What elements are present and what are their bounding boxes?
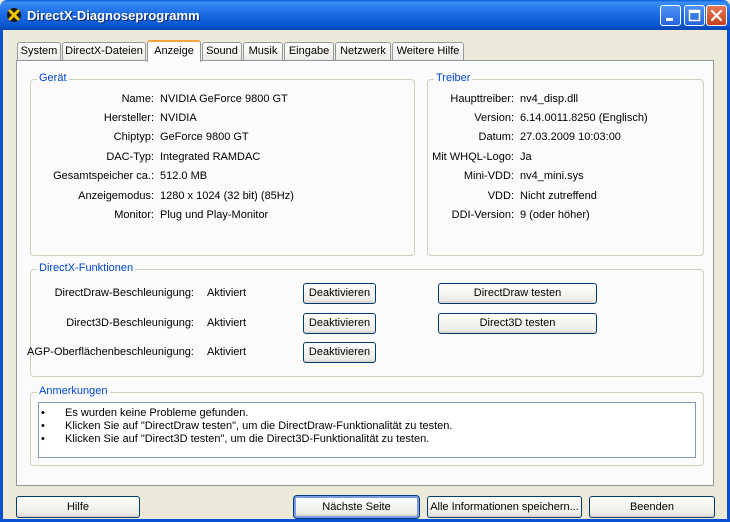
save-all-info-button[interactable]: Alle Informationen speichern... — [427, 496, 582, 518]
device-monitor-value: Plug und Play-Monitor — [160, 209, 269, 221]
notes-textbox[interactable]: • Es wurden keine Probleme gefunden. • K… — [38, 402, 696, 458]
minimize-button[interactable] — [660, 5, 681, 26]
tab-sound[interactable]: Sound — [202, 42, 242, 60]
directdraw-test-button[interactable]: DirectDraw testen — [438, 283, 597, 304]
driver-vdd-label: VDD: — [487, 190, 514, 202]
next-page-button[interactable]: Nächste Seite — [293, 495, 420, 519]
direct3d-accel-status: Aktiviert — [207, 317, 247, 329]
device-dac-value: Integrated RAMDAC — [160, 151, 261, 163]
device-name-value: NVIDIA GeForce 9800 GT — [160, 93, 288, 105]
close-icon — [710, 9, 723, 22]
driver-version-label: Version: — [474, 112, 514, 124]
device-name-label: Name: — [121, 93, 154, 105]
directx-features-title: DirectX-Funktionen — [37, 262, 136, 274]
driver-ddi-value: 9 (oder höher) — [520, 209, 590, 221]
note-text: Es wurden keine Probleme gefunden. — [65, 407, 249, 419]
device-display-mode-label: Anzeigemodus: — [78, 190, 154, 202]
directdraw-accel-label: DirectDraw-Beschleunigung: — [54, 287, 194, 299]
driver-whql-label: Mit WHQL-Logo: — [432, 151, 514, 163]
tab-display[interactable]: Anzeige — [147, 40, 201, 62]
note-text: Klicken Sie auf "Direct3D testen", um di… — [65, 433, 430, 445]
window-frame-left — [0, 30, 3, 522]
maximize-icon — [688, 9, 701, 22]
driver-main-label: Haupttreiber: — [450, 93, 514, 105]
close-button[interactable] — [706, 5, 727, 26]
driver-vdd-value: Nicht zutreffend — [520, 190, 597, 202]
exit-button[interactable]: Beenden — [589, 496, 715, 518]
direct3d-accel-label: Direct3D-Beschleunigung: — [66, 317, 194, 329]
device-manufacturer-label: Hersteller: — [103, 112, 154, 124]
driver-mini-vdd-value: nv4_mini.sys — [520, 170, 584, 182]
window-title: DirectX-Diagnoseprogramm — [27, 8, 200, 23]
tab-more-help[interactable]: Weitere Hilfe — [392, 42, 464, 60]
minimize-icon — [666, 18, 673, 21]
device-dac-label: DAC-Typ: — [106, 151, 154, 163]
driver-main-value: nv4_disp.dll — [520, 93, 579, 105]
agp-disable-button[interactable]: Deaktivieren — [303, 342, 376, 363]
tab-input[interactable]: Eingabe — [284, 42, 334, 60]
driver-version-value: 6.14.0011.8250 (Englisch) — [520, 112, 648, 124]
device-group-title: Gerät — [37, 72, 69, 84]
driver-mini-vdd-label: Mini-VDD: — [463, 170, 514, 182]
tab-system[interactable]: System — [17, 42, 61, 60]
directdraw-disable-button[interactable]: Deaktivieren — [303, 283, 376, 304]
device-monitor-label: Monitor: — [114, 209, 154, 221]
device-memory-value: 512.0 MB — [160, 170, 208, 182]
bullet: • — [41, 407, 45, 419]
agp-accel-label: AGP-Oberflächenbeschleunigung: — [27, 346, 194, 358]
directdraw-accel-status: Aktiviert — [207, 287, 247, 299]
notes-group-title: Anmerkungen — [37, 385, 110, 397]
directx-app-icon — [7, 8, 21, 22]
device-manufacturer-value: NVIDIA — [160, 112, 197, 124]
device-chip-value: GeForce 9800 GT — [160, 131, 249, 143]
device-memory-label: Gesamtspeicher ca.: — [53, 170, 154, 182]
driver-group: Treiber — [427, 72, 704, 256]
tab-network[interactable]: Netzwerk — [335, 42, 391, 60]
device-display-mode-value: 1280 x 1024 (32 bit) (85Hz) — [160, 190, 294, 202]
bullet: • — [41, 433, 45, 445]
agp-accel-status: Aktiviert — [207, 346, 247, 358]
title-bar[interactable]: DirectX-Diagnoseprogramm — [0, 0, 730, 30]
bullet: • — [41, 420, 45, 432]
driver-date-value: 27.03.2009 10:03:00 — [520, 131, 621, 143]
maximize-button[interactable] — [684, 5, 705, 26]
tab-directx-files[interactable]: DirectX-Dateien — [62, 42, 146, 60]
driver-date-label: Datum: — [478, 131, 514, 143]
driver-whql-value: Ja — [520, 151, 532, 163]
driver-group-title: Treiber — [434, 72, 473, 84]
driver-ddi-label: DDI-Version: — [451, 209, 514, 221]
device-chip-label: Chiptyp: — [113, 131, 154, 143]
note-text: Klicken Sie auf "DirectDraw testen", um … — [65, 420, 453, 432]
direct3d-disable-button[interactable]: Deaktivieren — [303, 313, 376, 334]
device-group: Gerät — [30, 72, 415, 256]
tab-music[interactable]: Musik — [243, 42, 283, 60]
direct3d-test-button[interactable]: Direct3D testen — [438, 313, 597, 334]
help-button[interactable]: Hilfe — [16, 496, 140, 518]
